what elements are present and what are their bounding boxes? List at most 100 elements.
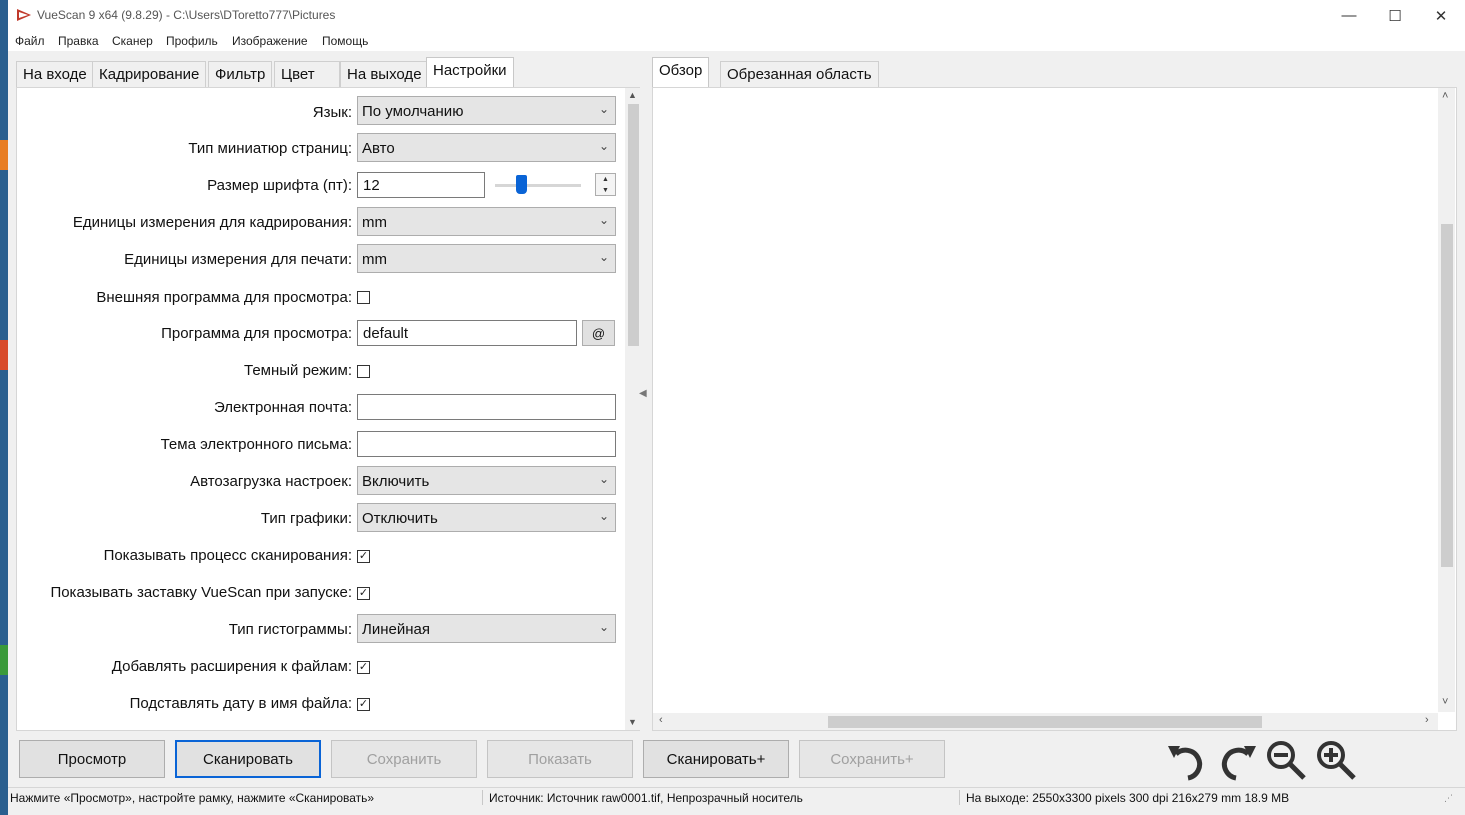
- scroll-down-icon[interactable]: ▼: [628, 717, 637, 727]
- autoload-select[interactable]: Включить ⌄: [357, 466, 616, 495]
- spin-up-icon[interactable]: ▲: [596, 174, 615, 185]
- preview-vertical-scrollbar[interactable]: ˄ ˅: [1438, 88, 1455, 712]
- tab-settings[interactable]: Настройки: [426, 57, 514, 88]
- resize-grip-icon[interactable]: ⋰: [1444, 793, 1453, 804]
- save-plus-button[interactable]: Сохранить+: [799, 740, 945, 778]
- tab-filter[interactable]: Фильтр: [208, 61, 273, 87]
- scroll-up-icon[interactable]: ▲: [628, 90, 637, 100]
- desktop-background: [0, 140, 8, 170]
- spin-down-icon[interactable]: ▼: [596, 185, 615, 196]
- menu-profile[interactable]: Профиль: [166, 34, 218, 48]
- preview-horizontal-scrollbar[interactable]: ‹ ›: [653, 713, 1438, 730]
- vuescan-logo-icon: [17, 9, 31, 21]
- zoom-out-icon[interactable]: [1264, 738, 1308, 782]
- menu-scanner[interactable]: Сканер: [112, 34, 153, 48]
- graphics-type-value: Отключить: [362, 510, 438, 527]
- graphics-type-select[interactable]: Отключить ⌄: [357, 503, 616, 532]
- ext-viewer-label: Внешняя программа для просмотра:: [96, 289, 352, 306]
- chevron-down-icon: ⌄: [598, 472, 609, 486]
- tab-output[interactable]: На выходе: [340, 61, 429, 87]
- add-extensions-label: Добавлять расширения к файлам:: [111, 658, 352, 675]
- show-splash-checkbox[interactable]: ✓: [357, 587, 370, 600]
- dark-mode-checkbox[interactable]: [357, 365, 370, 378]
- scroll-down-icon[interactable]: ˅: [1442, 696, 1448, 708]
- autoload-value: Включить: [362, 473, 430, 490]
- title-bar[interactable]: VueScan 9 x64 (9.8.29) - C:\Users\DToret…: [8, 0, 1465, 31]
- crop-units-select[interactable]: mm ⌄: [357, 207, 616, 236]
- autoload-label: Автозагрузка настроек:: [190, 473, 352, 490]
- tab-cropped-area[interactable]: Обрезанная область: [720, 61, 879, 87]
- date-filename-label: Подставлять дату в имя файла:: [129, 695, 352, 712]
- rotate-right-icon[interactable]: [1216, 738, 1260, 782]
- menu-file[interactable]: Файл: [15, 34, 45, 48]
- date-filename-checkbox[interactable]: ✓: [357, 698, 370, 711]
- scan-plus-button[interactable]: Сканировать+: [643, 740, 789, 778]
- close-button[interactable]: ✕: [1418, 0, 1464, 31]
- chevron-down-icon: ⌄: [598, 509, 609, 523]
- thumb-type-select[interactable]: Авто ⌄: [357, 133, 616, 162]
- preview-button[interactable]: Просмотр: [19, 740, 165, 778]
- scan-button[interactable]: Сканировать: [175, 740, 321, 778]
- menu-edit[interactable]: Правка: [58, 34, 99, 48]
- language-label: Язык:: [312, 104, 352, 121]
- menu-image[interactable]: Изображение: [232, 34, 308, 48]
- status-hint: Нажмите «Просмотр», настройте рамку, наж…: [10, 791, 375, 805]
- viewer-program-input[interactable]: default: [357, 320, 577, 346]
- chevron-down-icon: ⌄: [598, 102, 609, 116]
- show-progress-label: Показывать процесс сканирования:: [103, 547, 352, 564]
- tab-preview[interactable]: Обзор: [652, 57, 710, 88]
- rotate-left-icon[interactable]: [1164, 738, 1208, 782]
- font-size-slider-thumb[interactable]: [516, 175, 527, 194]
- print-units-value: mm: [362, 251, 387, 268]
- histogram-type-value: Линейная: [362, 621, 430, 638]
- chevron-down-icon: ⌄: [598, 213, 609, 227]
- vuescan-window: VueScan 9 x64 (9.8.29) - C:\Users\DToret…: [8, 0, 1465, 815]
- settings-scroll-thumb[interactable]: [628, 104, 639, 346]
- status-divider: [959, 790, 960, 805]
- print-units-label: Единицы измерения для печати:: [124, 251, 352, 268]
- chevron-down-icon: ⌄: [598, 250, 609, 264]
- crop-units-label: Единицы измерения для кадрирования:: [72, 214, 352, 231]
- preview-vertical-thumb[interactable]: [1441, 224, 1453, 567]
- settings-scrollbar[interactable]: ▲ ▼: [625, 88, 640, 730]
- show-progress-checkbox[interactable]: ✓: [357, 550, 370, 563]
- add-extensions-checkbox[interactable]: ✓: [357, 661, 370, 674]
- ext-viewer-checkbox[interactable]: [357, 291, 370, 304]
- histogram-type-select[interactable]: Линейная ⌄: [357, 614, 616, 643]
- collapse-panel-icon[interactable]: ◀: [639, 388, 647, 399]
- email-subject-input[interactable]: [357, 431, 616, 457]
- print-units-select[interactable]: mm ⌄: [357, 244, 616, 273]
- font-size-label: Размер шрифта (пт):: [207, 177, 352, 194]
- graphics-type-label: Тип графики:: [260, 510, 352, 527]
- font-size-input[interactable]: 12: [357, 172, 485, 198]
- status-divider: [482, 790, 483, 805]
- email-input[interactable]: [357, 394, 616, 420]
- menu-help[interactable]: Помощь: [322, 34, 368, 48]
- maximize-button[interactable]: ☐: [1372, 0, 1418, 31]
- preview-horizontal-thumb[interactable]: [828, 716, 1262, 728]
- zoom-in-icon[interactable]: [1314, 738, 1358, 782]
- tab-input[interactable]: На входе: [16, 61, 94, 87]
- language-value: По умолчанию: [362, 103, 464, 120]
- show-button[interactable]: Показать: [487, 740, 633, 778]
- tab-crop[interactable]: Кадрирование: [92, 61, 207, 87]
- language-select[interactable]: По умолчанию ⌄: [357, 96, 616, 125]
- chevron-down-icon: ⌄: [598, 620, 609, 634]
- browse-viewer-button[interactable]: @: [582, 320, 615, 346]
- thumb-type-label: Тип миниатюр страниц:: [188, 140, 352, 157]
- dark-mode-label: Темный режим:: [244, 362, 352, 379]
- scroll-left-icon[interactable]: ‹: [659, 714, 663, 726]
- scroll-up-icon[interactable]: ˄: [1442, 90, 1448, 102]
- save-button[interactable]: Сохранить: [331, 740, 477, 778]
- status-bar: Нажмите «Просмотр», настройте рамку, наж…: [8, 787, 1465, 807]
- scroll-right-icon[interactable]: ›: [1425, 714, 1429, 726]
- desktop-background: [0, 645, 8, 675]
- chevron-down-icon: ⌄: [598, 139, 609, 153]
- tab-color[interactable]: Цвет: [274, 61, 340, 87]
- preview-area[interactable]: ˄ ˅ ‹ ›: [652, 87, 1457, 731]
- font-size-stepper[interactable]: ▲ ▼: [595, 173, 616, 196]
- viewer-program-label: Программа для просмотра:: [161, 325, 352, 342]
- email-subject-label: Тема электронного письма:: [160, 436, 352, 453]
- minimize-button[interactable]: —: [1326, 0, 1372, 31]
- font-size-slider-track[interactable]: [495, 184, 581, 187]
